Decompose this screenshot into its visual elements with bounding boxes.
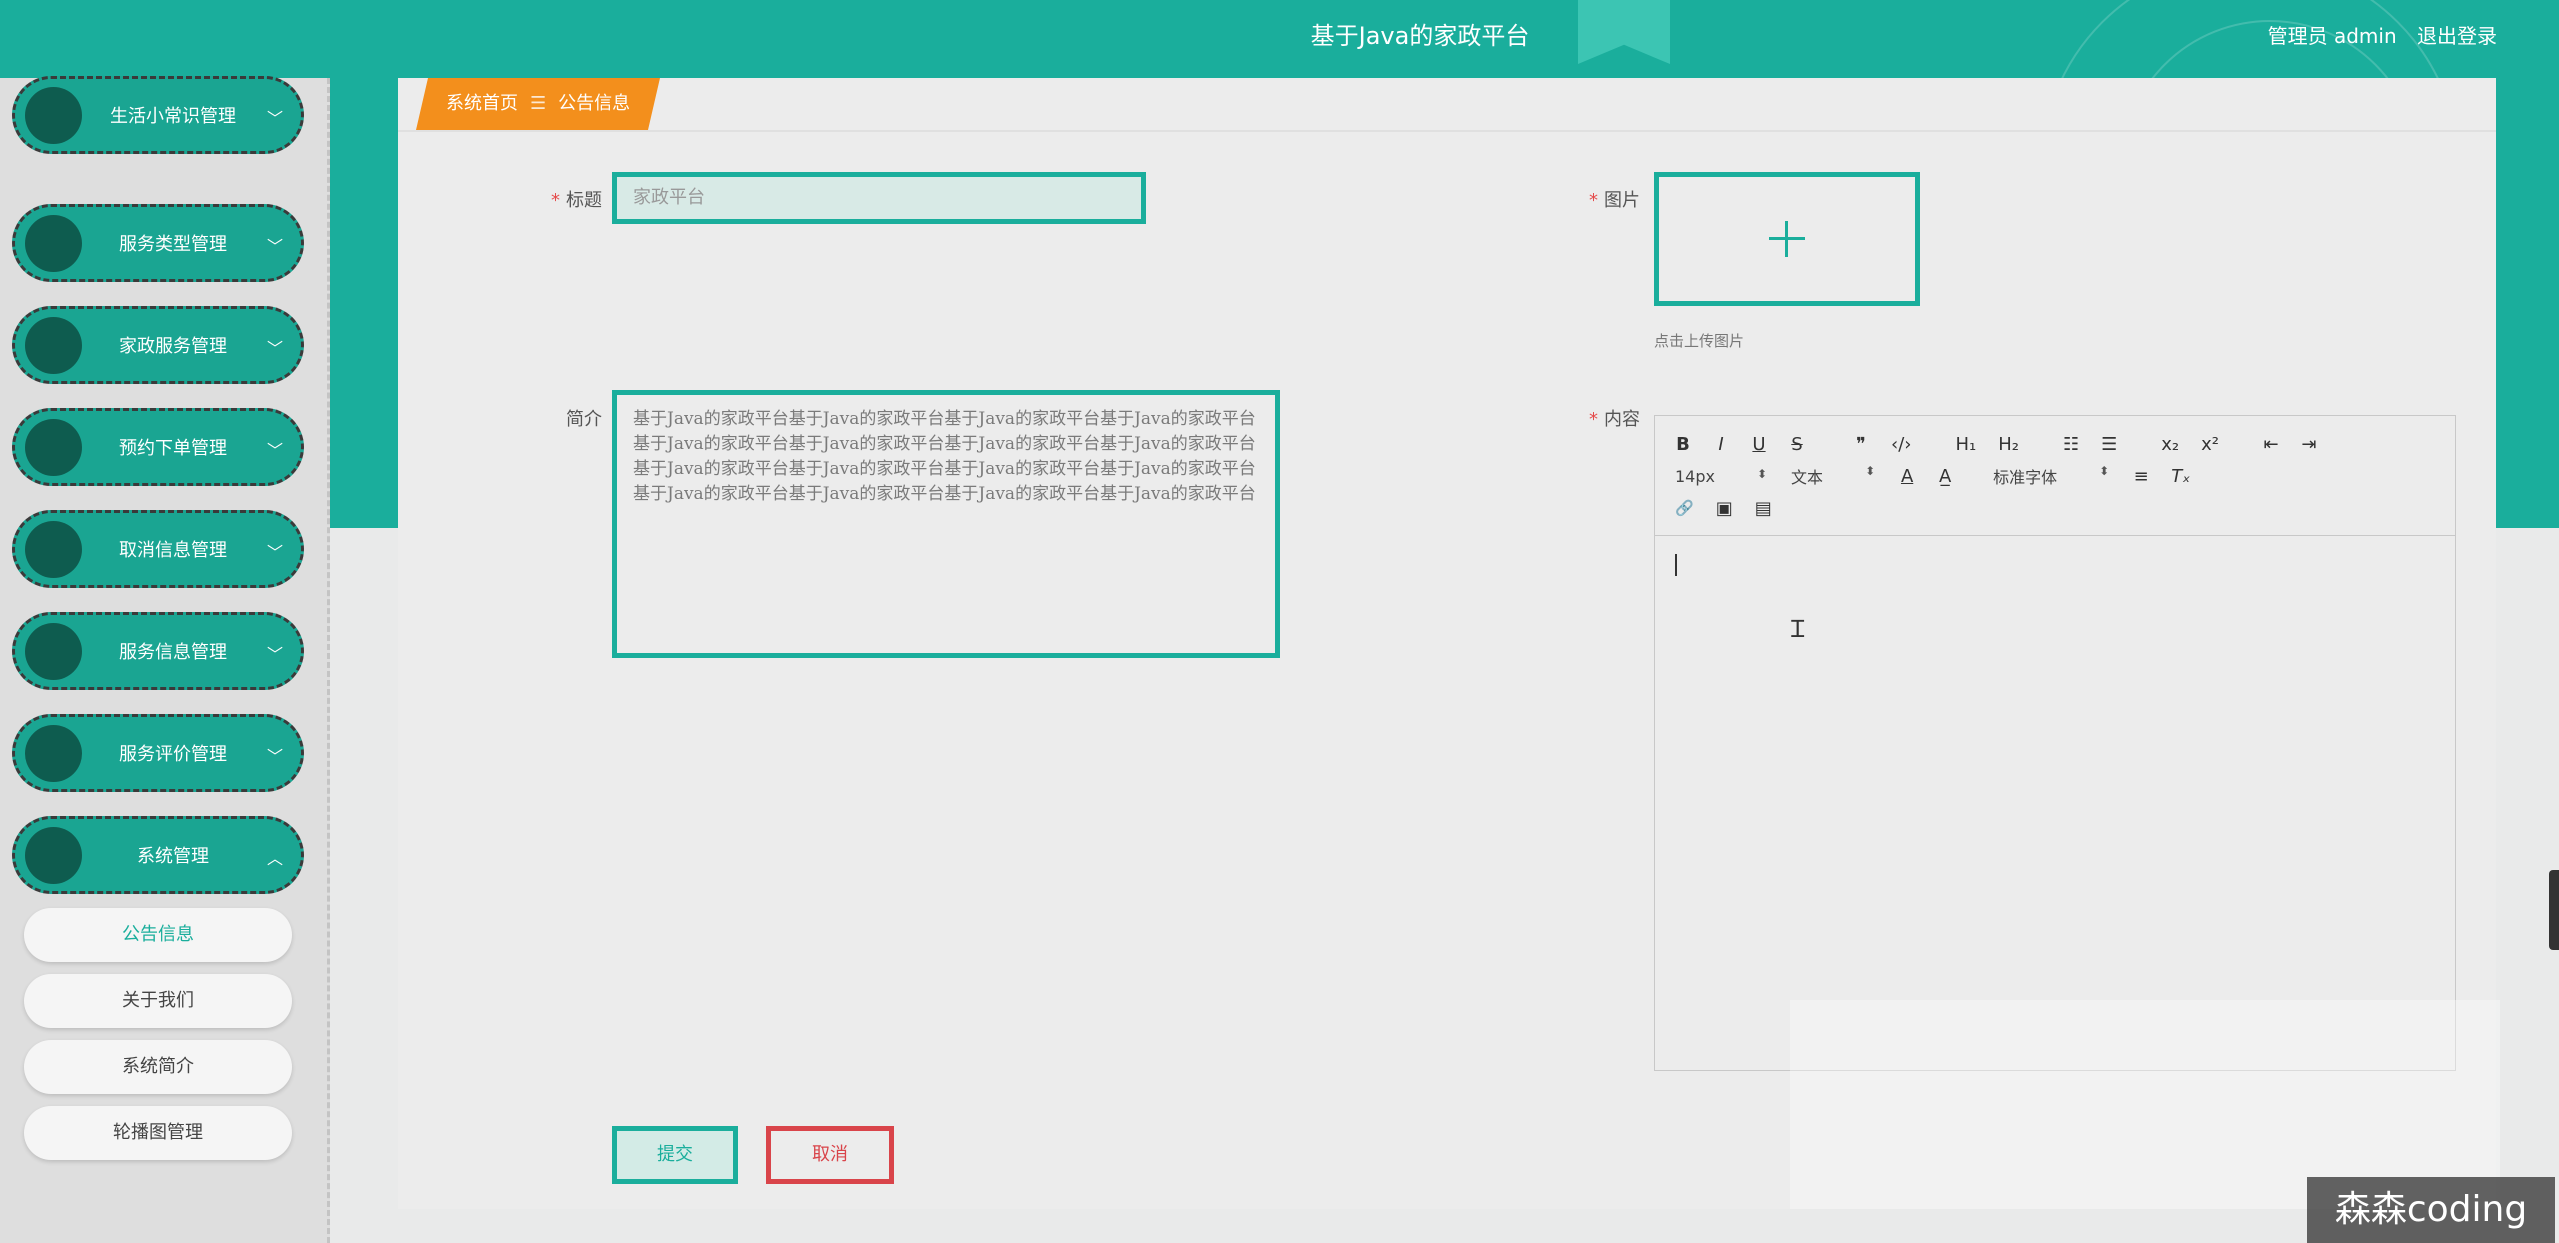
- sidebar-item-carousel[interactable]: 轮播图管理: [24, 1106, 292, 1160]
- subscript-icon[interactable]: x₂: [2161, 434, 2179, 455]
- image-icon[interactable]: ▣: [1716, 498, 1733, 519]
- menu-dot-icon: [25, 419, 82, 476]
- font-size-select[interactable]: 14px ⬍: [1675, 467, 1767, 486]
- rich-text-editor: B I U S ❞ ‹/› H₁ H₂ ☷ ☰ x₂ x² ⇤ ⇥ 14px ⬍ …: [1654, 415, 2456, 1071]
- menu-dot-icon: [25, 827, 82, 884]
- sidebar-menu-reviews[interactable]: 服务评价管理 ﹀: [12, 714, 304, 792]
- image-label: * 图片: [1589, 190, 1640, 211]
- side-tab-handle[interactable]: [2549, 870, 2559, 950]
- logout-link[interactable]: 退出登录: [2417, 24, 2497, 48]
- outdent-icon[interactable]: ⇤: [2263, 434, 2279, 455]
- sidebar-menu-cancellations[interactable]: 取消信息管理 ﹀: [12, 510, 304, 588]
- menu-dot-icon: [25, 317, 82, 374]
- required-mark: *: [1589, 409, 1598, 430]
- header-select[interactable]: 文本 ⬍: [1791, 464, 1875, 488]
- image-upload-button[interactable]: [1654, 172, 1920, 306]
- superscript-icon[interactable]: x²: [2201, 434, 2219, 455]
- intro-label: 简介: [566, 409, 602, 430]
- title-input[interactable]: 家政平台: [612, 172, 1146, 224]
- menu-dot-icon: [25, 725, 82, 782]
- intro-textarea[interactable]: 基于Java的家政平台基于Java的家政平台基于Java的家政平台基于Java的…: [612, 390, 1280, 658]
- sidebar-item-announcements[interactable]: 公告信息: [24, 908, 292, 962]
- chevron-down-icon: ﹀: [266, 237, 283, 256]
- plus-icon: [1769, 237, 1805, 240]
- background-color-icon[interactable]: A̲: [1937, 466, 1953, 487]
- sidebar-menu-orders[interactable]: 预约下单管理 ﹀: [12, 408, 304, 486]
- submit-button[interactable]: 提交: [612, 1126, 738, 1184]
- sidebar-item-about-us[interactable]: 关于我们: [24, 974, 292, 1028]
- chevron-down-icon: ﹀: [266, 339, 283, 358]
- sidebar-menu-label: 服务评价管理: [119, 744, 227, 765]
- toolbar-row: B I U S ❞ ‹/› H₁ H₂ ☷ ☰ x₂ x² ⇤ ⇥: [1675, 430, 2339, 458]
- blockquote-icon[interactable]: ❞: [1853, 434, 1869, 455]
- select-arrows-icon: ⬍: [1865, 464, 1876, 478]
- font-family-select[interactable]: 标准字体 ⬍: [1993, 464, 2109, 488]
- link-icon[interactable]: 🔗: [1675, 499, 1694, 517]
- sidebar-menu-service-info[interactable]: 服务信息管理 ﹀: [12, 612, 304, 690]
- toolbar-row: 14px ⬍ 文本 ⬍ A A̲ 标准字体 ⬍ ≡ Tₓ: [1675, 462, 2212, 490]
- sidebar-menu-label: 取消信息管理: [119, 540, 227, 561]
- video-icon[interactable]: ▤: [1755, 498, 1772, 519]
- sidebar: 生活小常识管理 ﹀ 服务类型管理 ﹀ 家政服务管理 ﹀ 预约下单管理 ﹀ 取消信…: [0, 76, 330, 1243]
- cancel-button[interactable]: 取消: [766, 1126, 894, 1184]
- bullet-list-icon[interactable]: ☰: [2101, 434, 2117, 455]
- upload-hint: 点击上传图片: [1654, 332, 1745, 350]
- text-caret: [1675, 554, 1677, 576]
- menu-dot-icon: [25, 87, 82, 144]
- font-color-icon[interactable]: A: [1899, 466, 1915, 487]
- indent-icon[interactable]: ⇥: [2301, 434, 2317, 455]
- chevron-down-icon: ﹀: [266, 109, 283, 128]
- italic-icon[interactable]: I: [1713, 434, 1729, 455]
- breadcrumb: 系统首页 ☰ 公告信息: [416, 78, 660, 130]
- user-area: 管理员 admin 退出登录: [2254, 18, 2497, 54]
- editor-toolbar: B I U S ❞ ‹/› H₁ H₂ ☷ ☰ x₂ x² ⇤ ⇥ 14px ⬍ …: [1655, 416, 2455, 536]
- menu-dot-icon: [25, 623, 82, 680]
- sidebar-menu-home-services[interactable]: 家政服务管理 ﹀: [12, 306, 304, 384]
- required-mark: *: [1589, 190, 1598, 211]
- align-icon[interactable]: ≡: [2133, 466, 2149, 487]
- heading-1-icon[interactable]: H₁: [1955, 434, 1976, 455]
- current-user-label: 管理员 admin: [2267, 24, 2397, 48]
- heading-2-icon[interactable]: H₂: [1998, 434, 2019, 455]
- content-label: * 内容: [1589, 409, 1640, 430]
- menu-dot-icon: [25, 215, 82, 272]
- ordered-list-icon[interactable]: ☷: [2063, 434, 2079, 455]
- required-mark: *: [551, 190, 560, 211]
- breadcrumb-home[interactable]: 系统首页: [446, 93, 518, 114]
- select-arrows-icon: ⬍: [1756, 466, 1768, 481]
- sidebar-menu-label: 生活小常识管理: [110, 106, 236, 127]
- sidebar-item-system-intro[interactable]: 系统简介: [24, 1040, 292, 1094]
- clear-format-icon[interactable]: Tₓ: [2171, 466, 2190, 487]
- sidebar-menu-label: 家政服务管理: [119, 336, 227, 357]
- sidebar-menu-service-types[interactable]: 服务类型管理 ﹀: [12, 204, 304, 282]
- strikethrough-icon[interactable]: S: [1789, 434, 1805, 455]
- title-label: * 标题: [551, 190, 602, 211]
- divider: [398, 130, 2496, 132]
- chevron-down-icon: ﹀: [266, 441, 283, 460]
- code-block-icon[interactable]: ‹/›: [1891, 434, 1911, 455]
- watermark: 森森coding: [2307, 1177, 2555, 1243]
- sidebar-menu-label: 服务信息管理: [119, 642, 227, 663]
- sidebar-menu-life-tips[interactable]: 生活小常识管理 ﹀: [12, 76, 304, 154]
- breadcrumb-current: 公告信息: [558, 93, 631, 114]
- bold-icon[interactable]: B: [1675, 434, 1691, 455]
- chevron-down-icon: ﹀: [266, 747, 283, 766]
- chevron-down-icon: ﹀: [266, 645, 283, 664]
- sidebar-menu-label: 服务类型管理: [119, 234, 227, 255]
- sidebar-menu-label: 系统管理: [137, 846, 209, 867]
- chevron-up-icon: ︿: [266, 849, 283, 868]
- text-cursor-icon: Ɪ: [1791, 615, 1805, 643]
- sidebar-menu-system[interactable]: 系统管理 ︿: [12, 816, 304, 894]
- app-title: 基于Java的家政平台: [1310, 22, 1530, 50]
- menu-icon: ☰: [530, 93, 547, 114]
- underline-icon[interactable]: U: [1751, 434, 1767, 455]
- menu-dot-icon: [25, 521, 82, 578]
- select-arrows-icon: ⬍: [2099, 464, 2110, 478]
- chevron-down-icon: ﹀: [266, 543, 283, 562]
- sidebar-menu-label: 预约下单管理: [119, 438, 227, 459]
- toolbar-row: 🔗 ▣ ▤: [1675, 494, 1794, 522]
